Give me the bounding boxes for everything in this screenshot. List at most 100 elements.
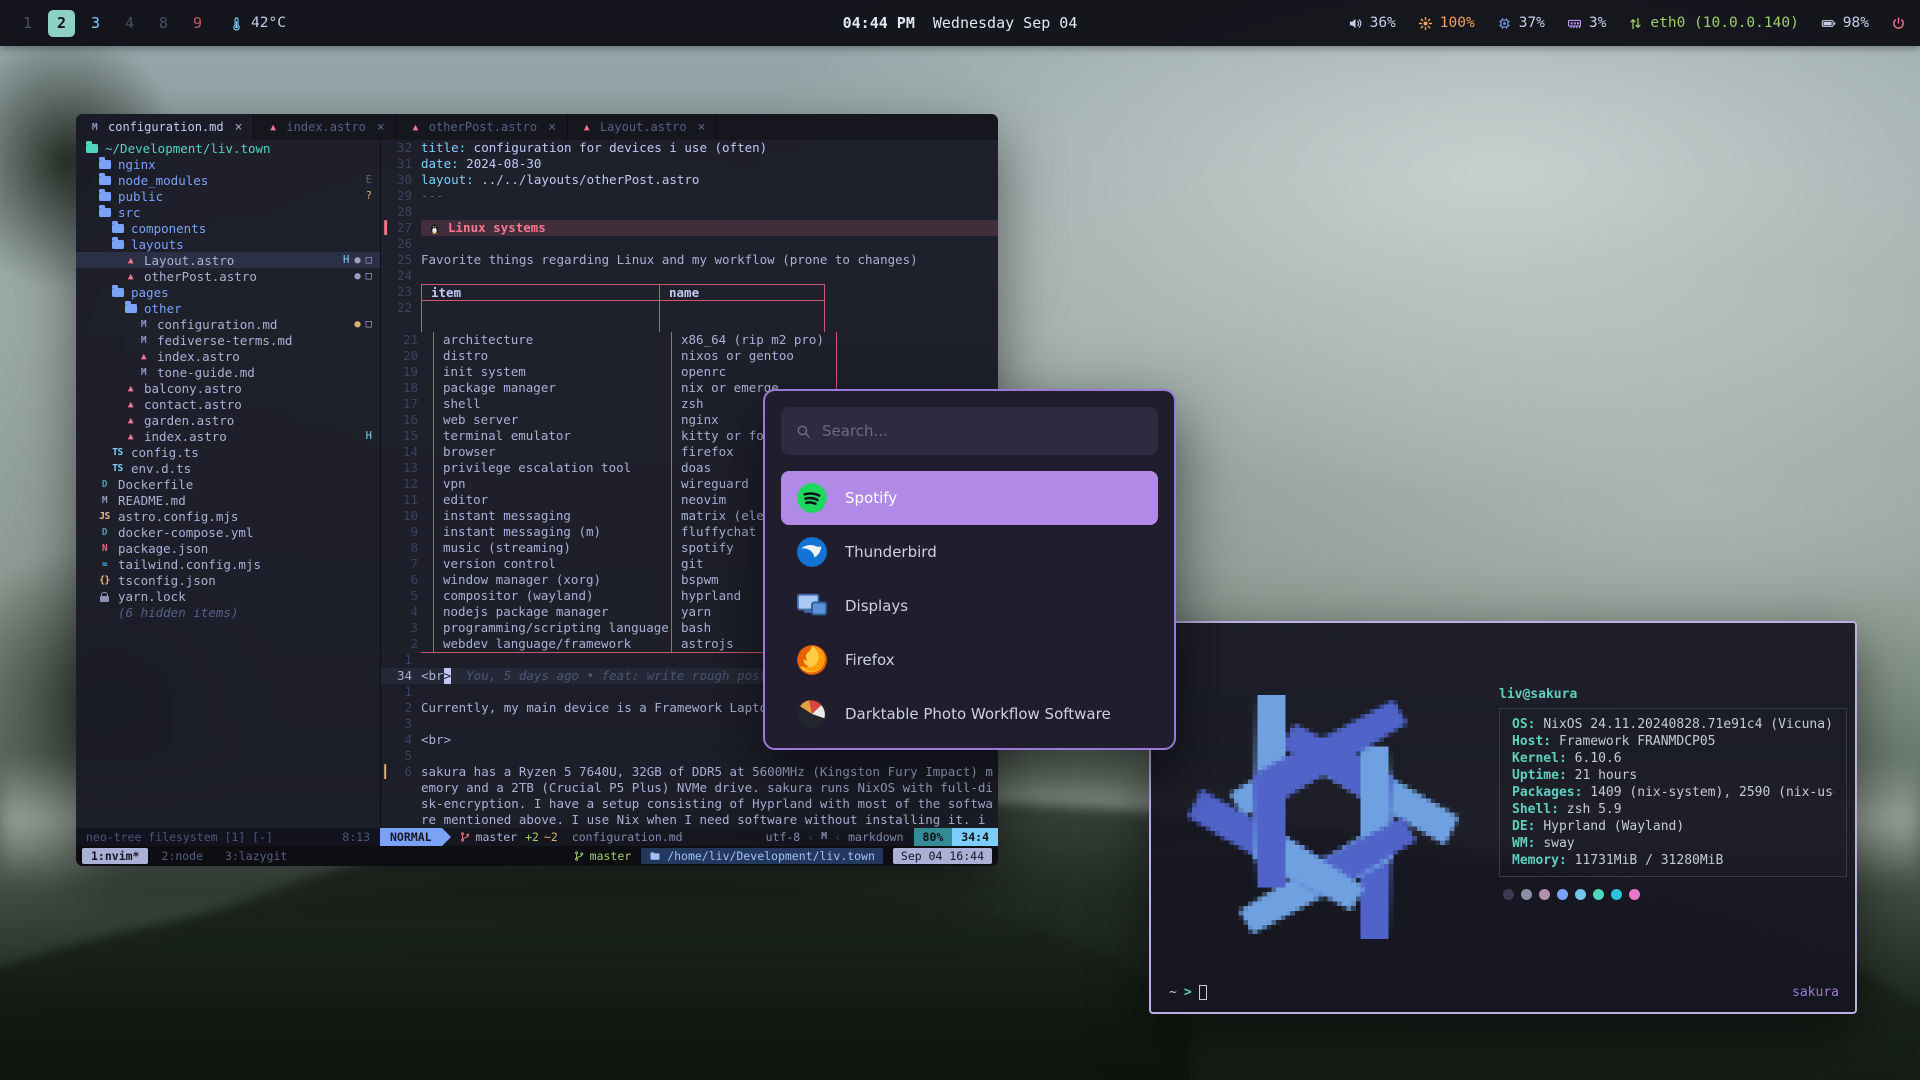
tmux-window-3[interactable]: 3:lazygit: [216, 848, 296, 864]
tab-otherPost.astro[interactable]: ▲otherPost.astro×: [397, 114, 568, 140]
tab-index.astro[interactable]: ▲index.astro×: [254, 114, 396, 140]
tree-item[interactable]: ▲Layout.astroH●□: [76, 252, 380, 268]
close-icon[interactable]: ×: [548, 120, 556, 135]
tmux-window-1[interactable]: 1:nvim*: [82, 848, 148, 864]
search-input[interactable]: [822, 422, 1144, 440]
sign-column: [381, 668, 395, 684]
line-content: itemname: [421, 284, 998, 300]
neo-tree-panel[interactable]: ~/Development/liv.townnginxnode_modulesE…: [76, 140, 380, 828]
clock-date: Wednesday Sep 04: [933, 14, 1078, 32]
sign-column: [381, 268, 395, 284]
tree-item[interactable]: ~/Development/liv.town: [76, 140, 380, 156]
table-cell: programming/scripting language: [433, 620, 671, 636]
fetch-info-line: Kernel: 6.10.6: [1512, 750, 1834, 767]
tree-item[interactable]: ▲index.astroH: [76, 428, 380, 444]
buffer-line: [381, 316, 998, 332]
module-power[interactable]: [1891, 16, 1906, 31]
shell-prompt[interactable]: ~ >: [1169, 985, 1207, 1000]
tab-configuration.md[interactable]: Mconfiguration.md×: [76, 114, 254, 140]
sign-column: [381, 316, 395, 332]
tree-item[interactable]: ▲garden.astro: [76, 412, 380, 428]
tree-item[interactable]: node_modulesE: [76, 172, 380, 188]
file-glyph: M: [141, 367, 146, 378]
line-content: Favorite things regarding Linux and my w…: [421, 252, 998, 268]
module-network[interactable]: eth0 (10.0.0.140): [1628, 15, 1798, 31]
fastfetch-terminal[interactable]: liv@sakura OS: NixOS 24.11.20240828.71e9…: [1149, 621, 1857, 1014]
tree-item[interactable]: ≈tailwind.config.mjs: [76, 556, 380, 572]
close-icon[interactable]: ×: [377, 120, 385, 135]
folder-glyph: [112, 288, 124, 297]
launcher-item-darktable[interactable]: Darktable Photo Workflow Software: [781, 687, 1158, 741]
module-battery[interactable]: 98%: [1821, 15, 1869, 31]
close-icon[interactable]: ×: [698, 120, 706, 135]
temperature-module[interactable]: 42°C: [229, 15, 286, 31]
tree-item[interactable]: Mtone-guide.md: [76, 364, 380, 380]
workspace-2[interactable]: 2: [48, 10, 75, 37]
line-content: [421, 236, 998, 252]
launcher-item-spotify[interactable]: Spotify: [781, 471, 1158, 525]
sign-column: [381, 700, 395, 716]
tree-item[interactable]: layouts: [76, 236, 380, 252]
launcher-item-firefox[interactable]: Firefox: [781, 633, 1158, 687]
fetch-info-line: Uptime: 21 hours: [1512, 767, 1834, 784]
file-glyph: ▲: [413, 122, 418, 133]
tree-item-label: Dockerfile: [118, 477, 193, 492]
tree-item[interactable]: pages: [76, 284, 380, 300]
workspace-3[interactable]: 3: [82, 10, 109, 37]
launcher-item-thunderbird[interactable]: Thunderbird: [781, 525, 1158, 579]
module-speaker[interactable]: 36%: [1348, 15, 1396, 31]
line-content: [421, 748, 998, 764]
tmux-statusbar: 1:nvim*2:node3:lazygit master /home/liv/…: [76, 846, 998, 866]
tab-Layout.astro[interactable]: ▲Layout.astro×: [568, 114, 718, 140]
line-number: 1: [395, 652, 421, 668]
tree-item[interactable]: Mconfiguration.md●□: [76, 316, 380, 332]
sign-column: ▍: [381, 220, 395, 236]
fetch-info-line: WM: sway: [1512, 835, 1834, 852]
fetch-info-value: 1409 (nix-system), 2590 (nix-user): [1590, 785, 1834, 800]
workspace-4[interactable]: 4: [116, 10, 143, 37]
line-content: [421, 300, 998, 316]
markdown-icon: M: [87, 122, 102, 133]
battery-value: 98%: [1843, 15, 1869, 31]
text-span: ---: [421, 188, 444, 204]
tree-item-label: tsconfig.json: [118, 573, 216, 588]
tree-item[interactable]: components: [76, 220, 380, 236]
tree-item-label: package.json: [118, 541, 208, 556]
file-glyph: ▲: [128, 383, 133, 394]
close-icon[interactable]: ×: [235, 120, 243, 135]
tree-item[interactable]: {}tsconfig.json: [76, 572, 380, 588]
tree-item[interactable]: other: [76, 300, 380, 316]
workspace-8[interactable]: 8: [150, 10, 177, 37]
module-gear[interactable]: 100%: [1418, 15, 1475, 31]
fetch-info-line: DE: Hyprland (Wayland): [1512, 818, 1834, 835]
tree-item-label: pages: [131, 285, 169, 300]
module-ram[interactable]: 3%: [1567, 15, 1606, 31]
launcher-item-displays[interactable]: Displays: [781, 579, 1158, 633]
tree-item[interactable]: JSastro.config.mjs: [76, 508, 380, 524]
tree-item[interactable]: DDockerfile: [76, 476, 380, 492]
workspace-1[interactable]: 1: [14, 10, 41, 37]
tree-item[interactable]: src: [76, 204, 380, 220]
tmux-window-2[interactable]: 2:node: [152, 848, 212, 864]
tree-item[interactable]: nginx: [76, 156, 380, 172]
tree-item[interactable]: ▲contact.astro: [76, 396, 380, 412]
status-marker: E: [366, 174, 372, 186]
tree-item[interactable]: Npackage.json: [76, 540, 380, 556]
tree-item[interactable]: Ddocker-compose.yml: [76, 524, 380, 540]
fetch-info-value: Framework FRANMDCP05: [1559, 734, 1716, 749]
diff-added: +2: [525, 828, 539, 846]
launcher-search[interactable]: [781, 407, 1158, 455]
tree-item[interactable]: public?: [76, 188, 380, 204]
workspace-9[interactable]: 9: [184, 10, 211, 37]
tree-item[interactable]: TSconfig.ts: [76, 444, 380, 460]
tree-item[interactable]: ▲index.astro: [76, 348, 380, 364]
tree-item[interactable]: ▲balcony.astro: [76, 380, 380, 396]
module-chip[interactable]: 37%: [1497, 15, 1545, 31]
tree-item[interactable]: TSenv.d.ts: [76, 460, 380, 476]
tree-item[interactable]: yarn.lock: [76, 588, 380, 604]
power-icon: [1891, 16, 1906, 31]
tree-item[interactable]: MREADME.md: [76, 492, 380, 508]
status-marker: □: [366, 270, 372, 282]
tree-item[interactable]: Mfediverse-terms.md: [76, 332, 380, 348]
tree-item[interactable]: ▲otherPost.astro●□: [76, 268, 380, 284]
